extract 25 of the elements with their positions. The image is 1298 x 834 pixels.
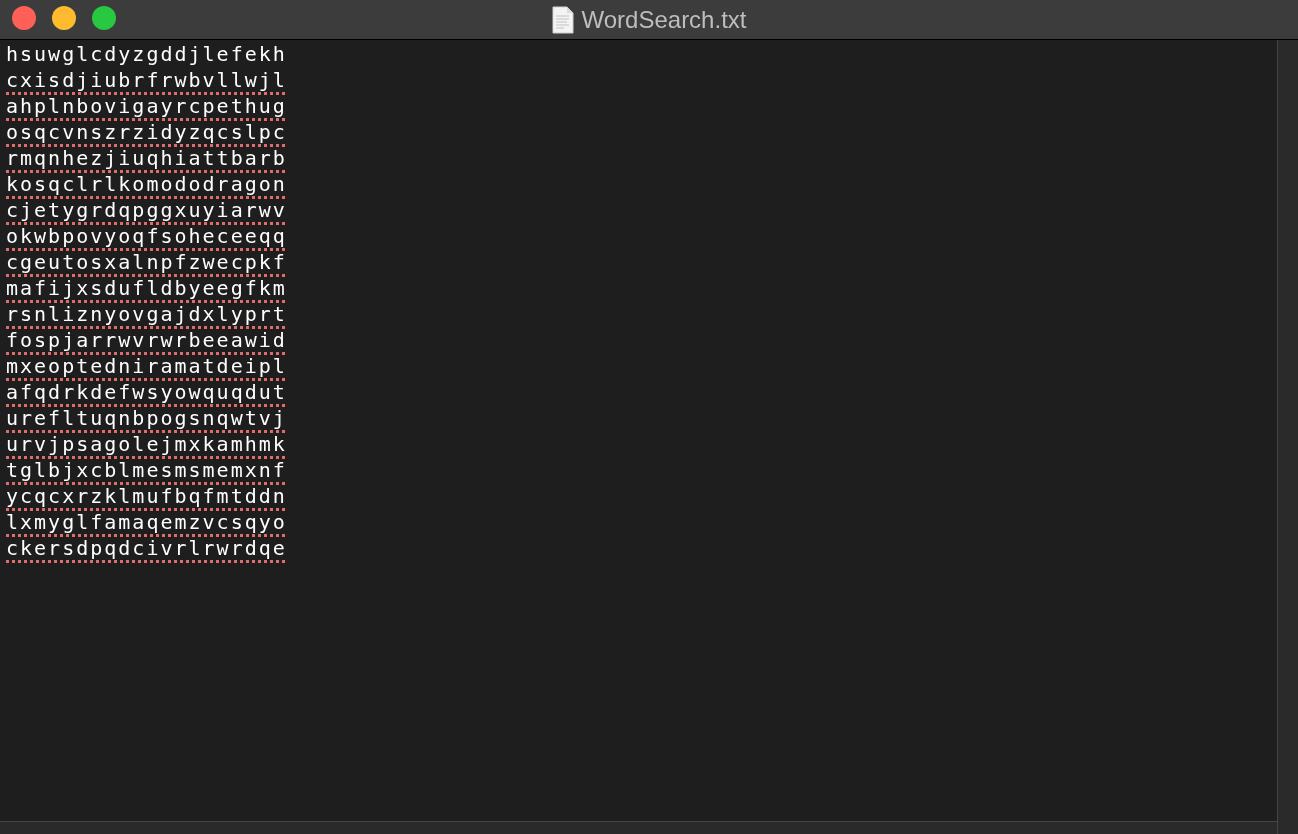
- text-line: kosqclrlkomododragon: [6, 171, 287, 197]
- text-line: okwbpovyoqfsoheceeqq: [6, 223, 287, 249]
- text-line: fospjarrwvrwrbeeawid: [6, 327, 287, 353]
- window-title: WordSearch.txt: [581, 4, 747, 35]
- text-line: cxisdjiubrfrwbvllwjl: [6, 67, 287, 93]
- text-line: ycqcxrzklmufbqfmtddn: [6, 483, 287, 509]
- text-line: mxeoptedniramatdeipl: [6, 353, 287, 379]
- minimize-button[interactable]: [52, 6, 76, 30]
- text-line: urvjpsagolejmxkamhmk: [6, 431, 287, 457]
- text-line: osqcvnszrzidyzqcslpc: [6, 119, 287, 145]
- text-line: rmqnhezjiuqhiattbarb: [6, 145, 287, 171]
- text-line: urefltuqnbpogsnqwtvj: [6, 405, 287, 431]
- text-line: lxmyglfamaqemzvcsqyo: [6, 509, 287, 535]
- text-line: cgeutosxalnpfzwecpkf: [6, 249, 287, 275]
- close-button[interactable]: [12, 6, 36, 30]
- document-icon: [551, 5, 574, 34]
- text-line: ahplnbovigayrcpethug: [6, 93, 287, 119]
- text-line: rsnliznyovgajdxlyprt: [6, 301, 287, 327]
- text-line: afqdrkdefwsyowquqdut: [6, 379, 287, 405]
- text-line: hsuwglcdyzgddjlefekh: [6, 41, 287, 67]
- text-line: cjetygrdqpggxuyiarwv: [6, 197, 287, 223]
- text-line: mafijxsdufldbyeegfkm: [6, 275, 287, 301]
- text-line: ckersdpqdcivrlrwrdqe: [6, 535, 287, 561]
- text-line: tglbjxcblmesmsmemxnf: [6, 457, 287, 483]
- zoom-button[interactable]: [92, 6, 116, 30]
